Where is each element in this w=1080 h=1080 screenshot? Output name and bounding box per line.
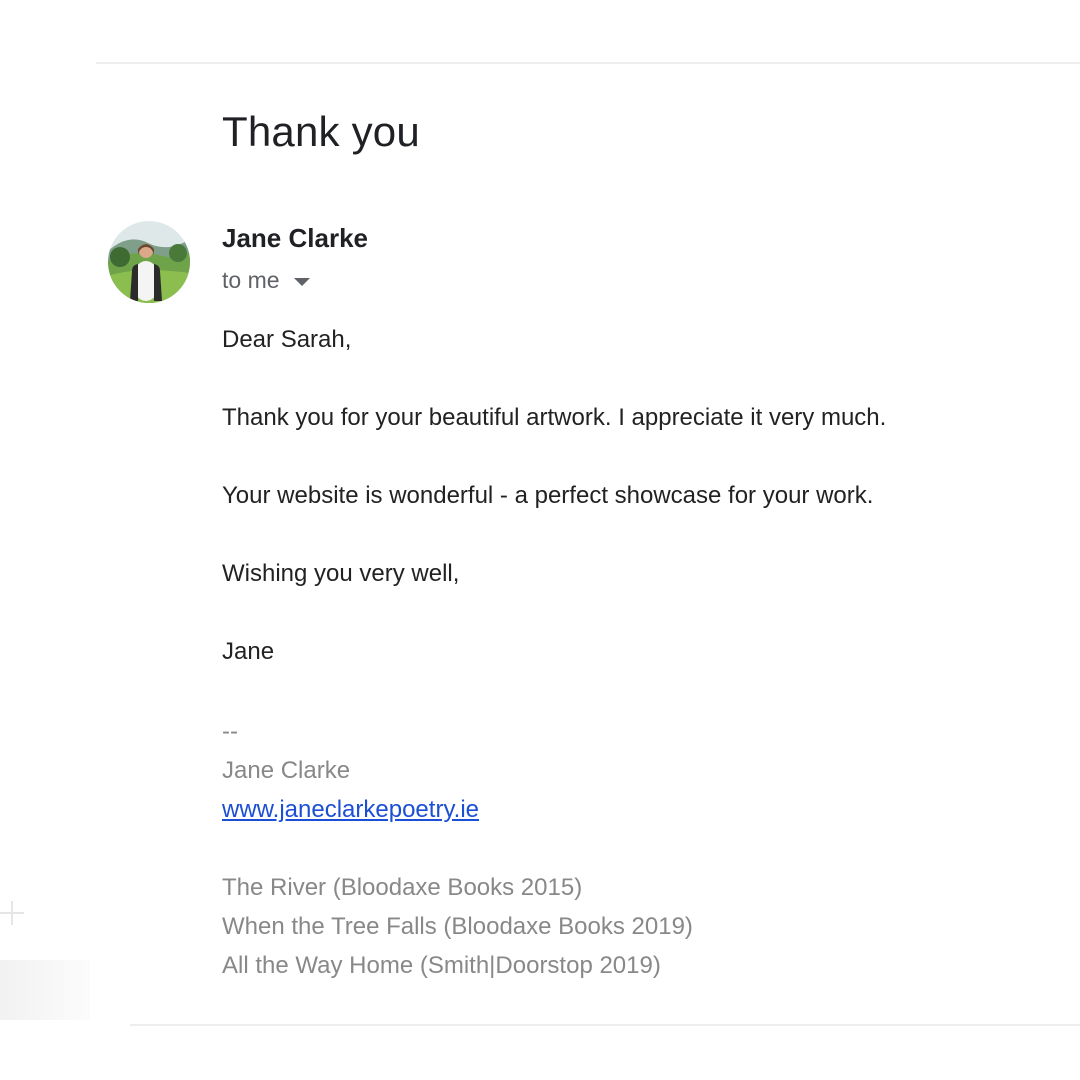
avatar-photo	[108, 221, 190, 303]
body-paragraph: Thank you for your beautiful artwork. I …	[222, 404, 887, 431]
edge-shadow	[0, 960, 90, 1020]
signature-books: The River (Bloodaxe Books 2015) When the…	[222, 868, 693, 985]
email-subject: Thank you	[222, 108, 420, 155]
email-view: Thank you Jane Clarke to me Dear Sarah, …	[0, 0, 1080, 1080]
caret-down-icon[interactable]	[293, 278, 310, 286]
book-title: The River (Bloodaxe Books 2015)	[222, 874, 583, 901]
signature-website-link[interactable]: www.janeclarkepoetry.ie	[222, 790, 693, 829]
signature-separator: --	[222, 718, 238, 745]
signature-name: Jane Clarke	[222, 757, 351, 784]
body-paragraph: Dear Sarah,	[222, 326, 352, 353]
book-title: All the Way Home (Smith|Doorstop 2019)	[222, 952, 661, 979]
bottom-divider	[130, 1024, 1080, 1026]
recipient-label: to me	[222, 267, 280, 293]
body-paragraph: Wishing you very well,	[222, 560, 460, 587]
body-paragraph: Jane	[222, 638, 275, 665]
recipient-details-toggle[interactable]: to me	[222, 267, 310, 294]
sender-avatar[interactable]	[108, 221, 190, 303]
body-paragraph: Your website is wonderful - a perfect sh…	[222, 482, 874, 509]
plus-icon-fragment	[11, 901, 13, 925]
top-divider	[96, 62, 1080, 64]
email-body: Dear Sarah, Thank you for your beautiful…	[222, 322, 1042, 712]
email-signature: -- Jane Clarke www.janeclarkepoetry.ie T…	[222, 712, 693, 985]
book-title: When the Tree Falls (Bloodaxe Books 2019…	[222, 913, 693, 940]
sender-name[interactable]: Jane Clarke	[222, 223, 368, 254]
